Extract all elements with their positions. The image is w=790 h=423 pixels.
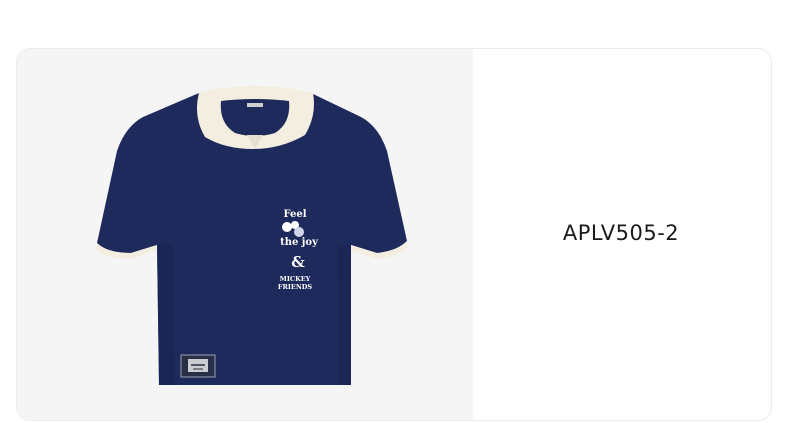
print-line-1: Feel xyxy=(283,209,306,220)
product-image-pane[interactable]: Feel the joy & MICKEY FRIENDS xyxy=(17,49,473,420)
product-sku: APLV505-2 xyxy=(562,221,680,245)
product-card[interactable]: Feel the joy & MICKEY FRIENDS APLV505-2 xyxy=(16,48,772,421)
print-line-5: FRIENDS xyxy=(278,283,313,291)
polo-shirt-image: Feel the joy & MICKEY FRIENDS xyxy=(96,86,408,385)
print-line-3: & xyxy=(291,253,305,271)
print-line-4: MICKEY xyxy=(280,275,311,283)
neck-label xyxy=(247,103,263,107)
product-info-pane: APLV505-2 xyxy=(473,49,771,420)
print-line-2: the joy xyxy=(280,237,319,248)
